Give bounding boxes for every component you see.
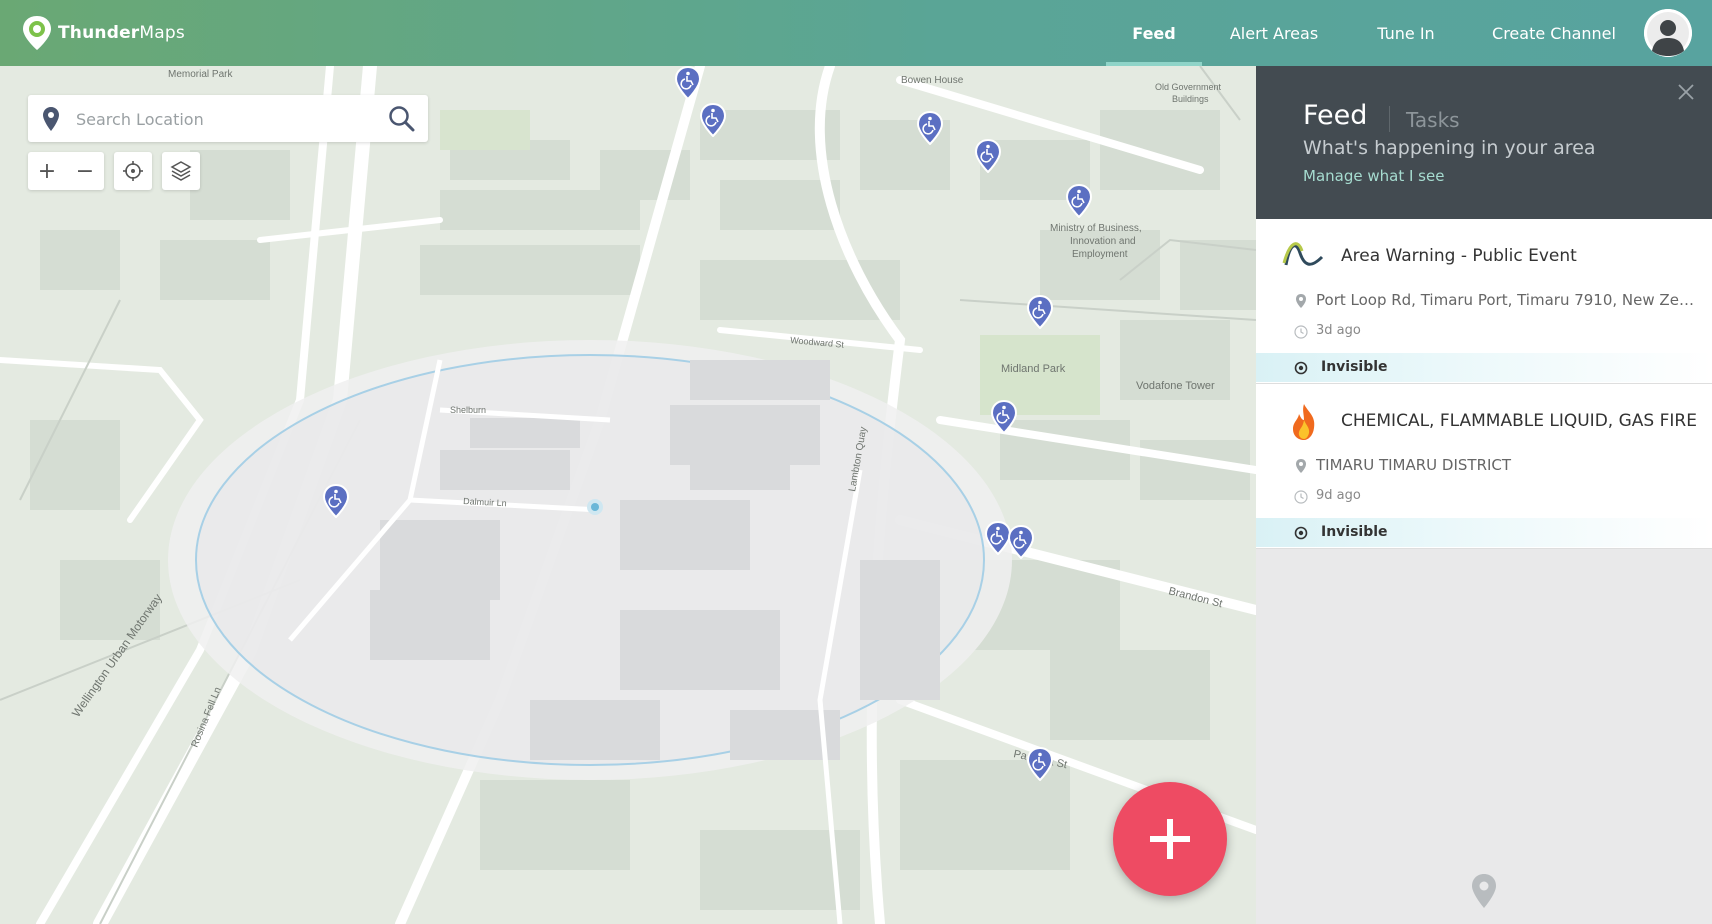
- feed-panel-header: Feed Tasks What's happening in your area…: [1256, 66, 1712, 219]
- map-label-old-government-2: Buildings: [1172, 94, 1209, 104]
- plus-icon: [1150, 819, 1190, 859]
- visibility-status[interactable]: Invisible: [1256, 518, 1712, 547]
- nav-feed[interactable]: Feed: [1106, 0, 1202, 66]
- crosshair-icon: [123, 161, 143, 181]
- accessibility-marker-icon[interactable]: [917, 111, 943, 145]
- feed-item-location: Port Loop Rd, Timaru Port, Timaru 7910, …: [1316, 291, 1696, 309]
- layers-icon: [170, 161, 192, 181]
- top-navigation-bar: ThunderMaps Feed Alert Areas Tune In Cre…: [0, 0, 1712, 66]
- tab-divider: [1389, 106, 1390, 132]
- clock-icon: [1294, 325, 1308, 339]
- location-pin-icon: [43, 107, 59, 131]
- fire-icon: [1293, 404, 1315, 440]
- search-location-box: [28, 95, 428, 144]
- add-report-button[interactable]: [1113, 782, 1227, 896]
- zoom-controls: + −: [28, 152, 104, 190]
- map-label-shelburn: Shelburn: [450, 405, 486, 415]
- search-icon[interactable]: [388, 105, 416, 133]
- map-label-ministry-2: Innovation and: [1070, 236, 1136, 247]
- nav-tune-in[interactable]: Tune In: [1364, 0, 1448, 66]
- map-label-vodafone-tower: Vodafone Tower: [1136, 380, 1215, 392]
- feed-item[interactable]: Area Warning - Public Event Port Loop Rd…: [1256, 219, 1712, 384]
- location-pin-icon: [1296, 459, 1306, 473]
- layers-control: [162, 152, 200, 190]
- accessibility-marker-icon[interactable]: [1027, 747, 1053, 781]
- feed-item-time: 9d ago: [1316, 488, 1361, 503]
- zoom-in-button[interactable]: +: [28, 152, 66, 190]
- zoom-out-button[interactable]: −: [66, 152, 104, 190]
- thundermaps-logo-icon: [23, 16, 51, 50]
- nav-alert-areas[interactable]: Alert Areas: [1218, 0, 1330, 66]
- thunder-logo-icon: [1282, 242, 1324, 266]
- user-avatar[interactable]: [1644, 9, 1692, 57]
- accessibility-marker-icon[interactable]: [1008, 525, 1034, 559]
- accessibility-marker-icon[interactable]: [1066, 184, 1092, 218]
- accessibility-marker-icon[interactable]: [991, 400, 1017, 434]
- map-label-bowen-house: Bowen House: [901, 75, 964, 86]
- visibility-status-label: Invisible: [1321, 524, 1388, 540]
- feed-item-location: TIMARU TIMARU DISTRICT: [1316, 456, 1512, 474]
- visibility-icon: [1294, 526, 1308, 540]
- app-logo[interactable]: ThunderMaps: [20, 14, 185, 52]
- locate-me-button[interactable]: [114, 152, 152, 190]
- feed-item[interactable]: CHEMICAL, FLAMMABLE LIQUID, GAS FIRE TIM…: [1256, 384, 1712, 549]
- panel-tab-feed[interactable]: Feed: [1303, 100, 1367, 131]
- panel-tab-tasks[interactable]: Tasks: [1406, 108, 1460, 132]
- feed-item-title: Area Warning - Public Event: [1341, 246, 1577, 266]
- feed-item-time: 3d ago: [1316, 323, 1361, 338]
- search-input[interactable]: [74, 95, 378, 144]
- location-pin-icon: [1472, 874, 1496, 908]
- accessibility-marker-icon[interactable]: [700, 103, 726, 137]
- map-canvas[interactable]: Memorial Park Bowen House Old Government…: [0, 66, 1256, 924]
- clock-icon: [1294, 490, 1308, 504]
- feed-panel: Feed Tasks What's happening in your area…: [1256, 66, 1712, 924]
- user-silhouette-icon: [1644, 9, 1692, 57]
- map-label-midland-park: Midland Park: [1001, 363, 1066, 375]
- close-icon[interactable]: [1674, 80, 1698, 104]
- map-label-old-government-1: Old Government: [1155, 82, 1222, 92]
- visibility-status-label: Invisible: [1321, 359, 1388, 375]
- map-label-ministry-1: Ministry of Business,: [1050, 223, 1142, 234]
- locate-control: [114, 152, 152, 190]
- layers-button[interactable]: [162, 152, 200, 190]
- app-name: ThunderMaps: [58, 23, 185, 43]
- nav-create-channel[interactable]: Create Channel: [1486, 0, 1622, 66]
- map-label-memorial-park: Memorial Park: [168, 69, 233, 80]
- accessibility-marker-icon[interactable]: [975, 139, 1001, 173]
- panel-subtitle: What's happening in your area: [1303, 137, 1596, 159]
- accessibility-marker-icon[interactable]: [323, 484, 349, 518]
- location-pin-icon: [1296, 294, 1306, 308]
- map-label-ministry-3: Employment: [1072, 249, 1128, 260]
- visibility-status[interactable]: Invisible: [1256, 353, 1712, 382]
- manage-what-i-see-link[interactable]: Manage what I see: [1303, 167, 1444, 185]
- visibility-icon: [1294, 361, 1308, 375]
- accessibility-marker-icon[interactable]: [675, 66, 701, 100]
- accessibility-marker-icon[interactable]: [1027, 295, 1053, 329]
- feed-item-title: CHEMICAL, FLAMMABLE LIQUID, GAS FIRE: [1341, 411, 1697, 431]
